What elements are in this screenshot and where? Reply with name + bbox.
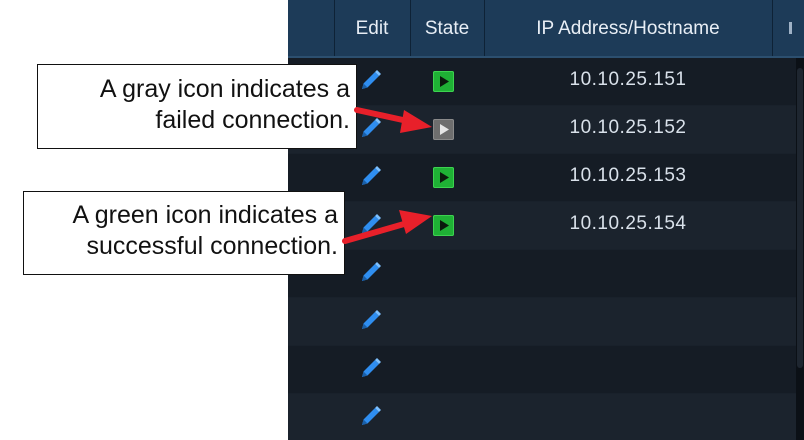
callout-green-icon: A green icon indicates a successful conn…	[23, 191, 345, 275]
ip-address-cell: 10.10.25.152	[569, 117, 687, 138]
pencil-icon[interactable]	[356, 211, 384, 239]
callout-gray-line2: failed connection.	[155, 106, 350, 134]
pencil-icon[interactable]	[356, 259, 384, 287]
header-state: State	[410, 0, 485, 56]
table-row[interactable]: 10.10.25.151	[288, 58, 804, 106]
scrollbar-thumb[interactable]	[797, 68, 803, 368]
callout-gray-icon: A gray icon indicates a failed connectio…	[37, 64, 357, 149]
header-leading-column	[288, 0, 335, 56]
pencil-icon[interactable]	[356, 307, 384, 335]
pencil-icon[interactable]	[356, 163, 384, 191]
ip-address-cell	[484, 394, 772, 440]
pencil-icon[interactable]	[356, 115, 384, 143]
pencil-icon[interactable]	[356, 67, 384, 95]
scrollbar[interactable]	[796, 58, 804, 440]
header-edit: Edit	[334, 0, 411, 56]
ip-address-cell	[484, 346, 772, 393]
table-row[interactable]	[288, 346, 804, 394]
screenshot-stage: Edit State IP Address/Hostname 10.10.25.…	[0, 0, 804, 440]
header-trailing-mark	[789, 22, 792, 34]
ip-address-cell	[484, 250, 772, 297]
ip-address-cell: 10.10.25.154	[569, 213, 687, 234]
pencil-icon[interactable]	[356, 355, 384, 383]
connected-play-icon[interactable]	[433, 71, 454, 92]
table-row[interactable]: 10.10.25.154	[288, 202, 804, 250]
table-header: Edit State IP Address/Hostname	[288, 0, 804, 58]
callout-gray-line1: A gray icon indicates a	[99, 75, 350, 103]
table-row[interactable]	[288, 394, 804, 440]
connected-play-icon[interactable]	[433, 215, 454, 236]
callout-green-line1: A green icon indicates a	[72, 201, 338, 229]
camera-rows: 10.10.25.151 10.10.25.152 10.10.25.153 10.1…	[288, 58, 804, 440]
failed-play-icon[interactable]	[433, 119, 454, 140]
camera-list-panel: Edit State IP Address/Hostname 10.10.25.…	[288, 0, 804, 440]
pencil-icon[interactable]	[356, 403, 384, 431]
table-row[interactable]: 10.10.25.153	[288, 154, 804, 202]
ip-address-cell: 10.10.25.151	[569, 69, 687, 90]
table-row[interactable]	[288, 250, 804, 298]
callout-green-line2: successful connection.	[86, 232, 338, 260]
header-ip-address: IP Address/Hostname	[484, 0, 773, 56]
table-row[interactable]: 10.10.25.152	[288, 106, 804, 154]
table-row[interactable]	[288, 298, 804, 346]
connected-play-icon[interactable]	[433, 167, 454, 188]
ip-address-cell	[484, 298, 772, 345]
header-trailing-column	[772, 0, 804, 56]
ip-address-cell: 10.10.25.153	[569, 165, 687, 186]
